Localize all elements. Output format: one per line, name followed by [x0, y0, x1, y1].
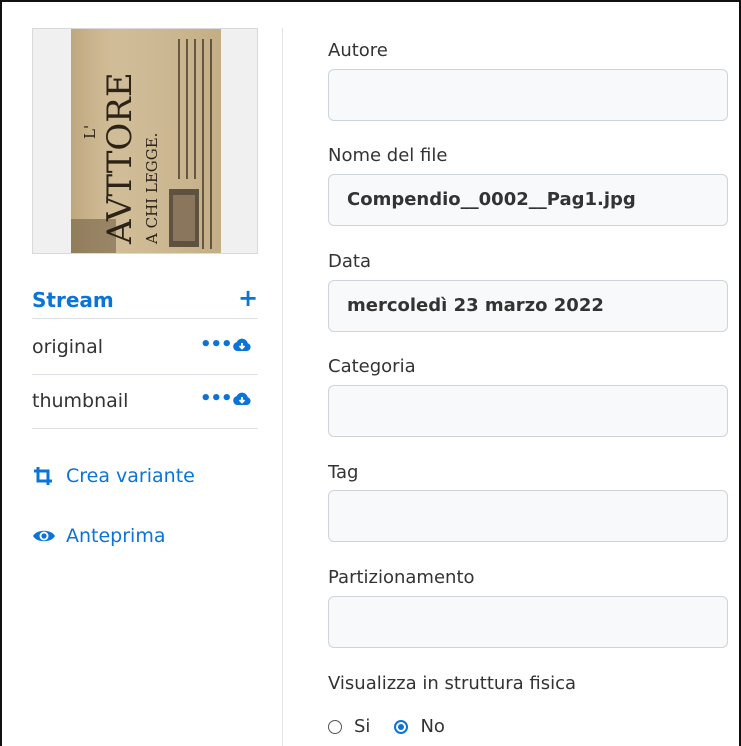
- physical-structure-label: Visualizza in struttura fisica: [328, 673, 577, 694]
- stream-header: Stream +: [32, 286, 258, 319]
- ellipsis-icon[interactable]: •••: [200, 334, 233, 355]
- tag-label: Tag: [328, 462, 359, 483]
- radio-si-label: Si: [354, 716, 371, 737]
- column-divider: [282, 28, 283, 746]
- date-field[interactable]: mercoledì 23 marzo 2022: [328, 280, 728, 332]
- stream-item-label: thumbnail: [32, 390, 129, 412]
- create-variant-button[interactable]: Crea variante: [32, 462, 195, 490]
- cloud-download-icon[interactable]: [232, 391, 252, 407]
- file-name-field[interactable]: Compendio__0002__Pag1.jpg: [328, 174, 728, 226]
- category-field[interactable]: [328, 385, 728, 437]
- book-page-image: AVTTORE A CHI LEGGE. L': [33, 29, 257, 253]
- eye-icon: [33, 530, 55, 542]
- date-label: Data: [328, 251, 371, 272]
- page-title-text: AVTTORE: [100, 72, 140, 245]
- tag-field[interactable]: [328, 490, 728, 542]
- stream-title: Stream: [32, 288, 114, 312]
- radio-si[interactable]: Si: [328, 716, 370, 737]
- ellipsis-icon[interactable]: •••: [200, 388, 233, 409]
- file-name-label: Nome del file: [328, 145, 448, 166]
- partitioning-label: Partizionamento: [328, 567, 475, 588]
- cloud-download-icon[interactable]: [232, 337, 252, 353]
- crop-icon: [34, 467, 52, 485]
- page-subtitle-text: A CHI LEGGE.: [143, 133, 161, 245]
- category-label: Categoria: [328, 356, 416, 377]
- author-label: Autore: [328, 40, 388, 61]
- partitioning-field[interactable]: [328, 596, 728, 648]
- radio-no[interactable]: No: [394, 716, 445, 737]
- stream-item-label: original: [32, 336, 104, 358]
- preview-button[interactable]: Anteprima: [32, 522, 165, 550]
- preview-label: Anteprima: [66, 525, 166, 547]
- physical-structure-radio-group: Si No: [328, 716, 469, 737]
- stream-item-thumbnail[interactable]: thumbnail •••: [32, 374, 258, 429]
- radio-no-indicator[interactable]: [394, 719, 409, 734]
- plus-icon[interactable]: +: [238, 286, 258, 310]
- create-variant-label: Crea variante: [66, 465, 195, 487]
- page-letter-text: L': [81, 125, 99, 139]
- radio-si-indicator[interactable]: [328, 719, 342, 734]
- author-field[interactable]: [328, 69, 728, 121]
- image-thumbnail[interactable]: AVTTORE A CHI LEGGE. L': [32, 28, 258, 254]
- radio-no-label: No: [420, 716, 445, 737]
- stream-item-original[interactable]: original •••: [32, 320, 258, 375]
